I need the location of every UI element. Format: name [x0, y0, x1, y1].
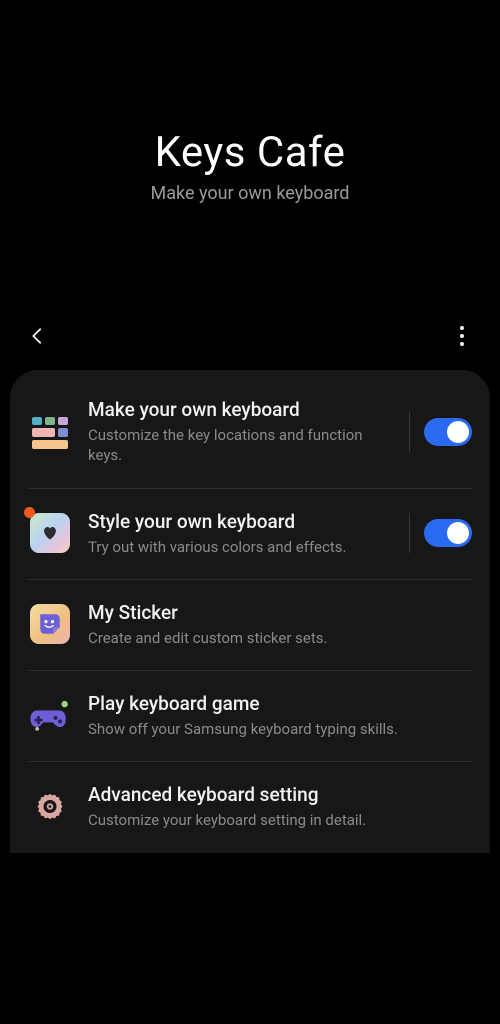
hero-header: Keys Cafe Make your own keyboard [0, 0, 500, 204]
row-desc: Create and edit custom sticker sets. [88, 628, 472, 648]
row-make-keyboard[interactable]: Make your own keyboard Customize the key… [10, 376, 490, 488]
settings-panel: Make your own keyboard Customize the key… [10, 370, 490, 853]
heart-icon [40, 523, 60, 543]
toggle-make-keyboard[interactable] [424, 418, 472, 446]
row-desc: Try out with various colors and effects. [88, 537, 393, 557]
sticker-icon [28, 602, 72, 646]
row-title: Make your own keyboard [88, 398, 393, 421]
more-vertical-icon [460, 326, 464, 346]
back-button[interactable] [18, 316, 58, 356]
row-advanced-settings[interactable]: Advanced keyboard setting Customize your… [10, 761, 490, 852]
game-controller-icon [28, 694, 72, 738]
sticker-face-icon [37, 611, 63, 637]
more-menu-button[interactable] [442, 316, 482, 356]
row-my-sticker[interactable]: My Sticker Create and edit custom sticke… [10, 579, 490, 670]
row-title: Style your own keyboard [88, 510, 393, 533]
row-title: Play keyboard game [88, 692, 472, 715]
row-keyboard-game[interactable]: Play keyboard game Show off your Samsung… [10, 670, 490, 761]
row-title: Advanced keyboard setting [88, 783, 472, 806]
separator [409, 412, 410, 452]
separator [409, 513, 410, 553]
style-keyboard-icon [28, 511, 72, 555]
gear-icon [28, 785, 72, 829]
app-title: Keys Cafe [0, 128, 500, 177]
row-desc: Show off your Samsung keyboard typing sk… [88, 719, 472, 739]
keyboard-layout-icon [28, 410, 72, 454]
row-desc: Customize the key locations and function… [88, 425, 393, 466]
app-subtitle: Make your own keyboard [0, 183, 500, 204]
row-style-keyboard[interactable]: Style your own keyboard Try out with var… [10, 488, 490, 579]
row-title: My Sticker [88, 601, 472, 624]
row-desc: Customize your keyboard setting in detai… [88, 810, 472, 830]
chevron-left-icon [27, 325, 49, 347]
toggle-style-keyboard[interactable] [424, 519, 472, 547]
app-bar [0, 312, 500, 360]
